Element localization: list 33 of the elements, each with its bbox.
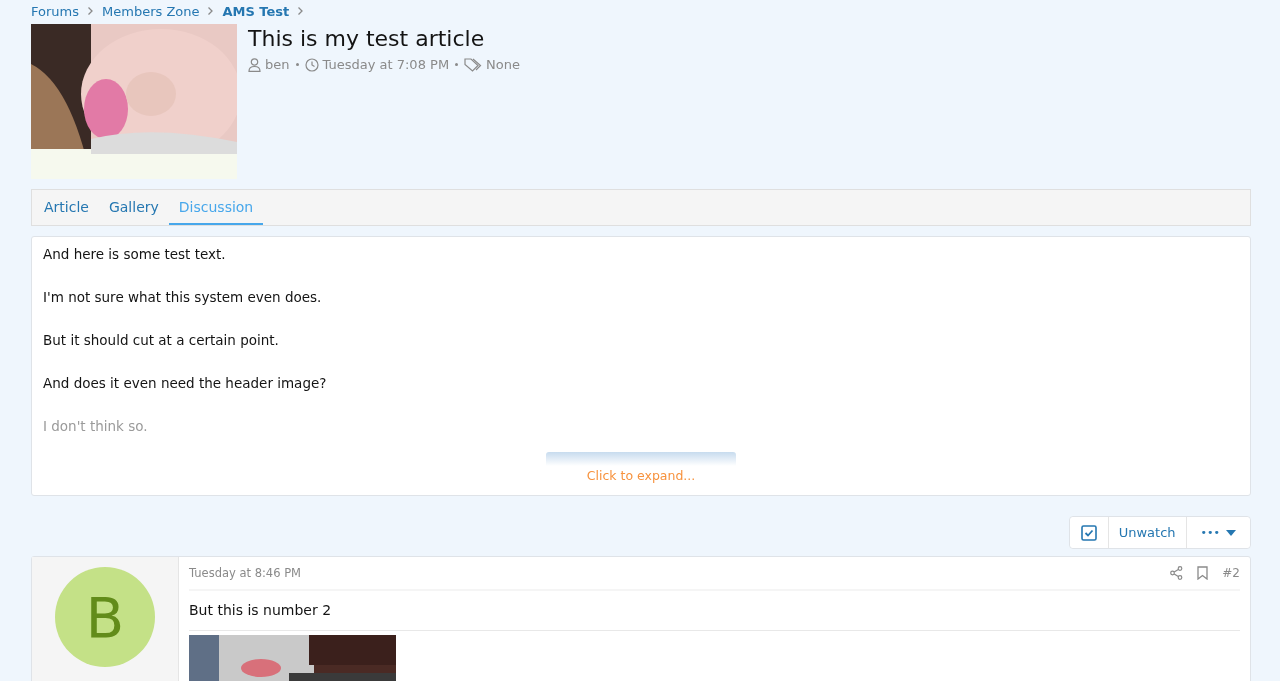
more-options-button[interactable]: •••	[1185, 517, 1250, 548]
chevron-icon	[297, 6, 305, 16]
avatar[interactable]: B	[55, 567, 155, 667]
breadcrumb-link[interactable]: Forums	[31, 3, 79, 19]
article-title: This is my test article	[248, 26, 486, 51]
paragraph: And here is some test text.	[43, 245, 227, 263]
post-number[interactable]: #2	[1222, 566, 1240, 580]
paragraph: And does it even need the header image?	[43, 374, 328, 392]
separator-dot	[455, 63, 459, 66]
tab[interactable]: Discussion	[168, 199, 264, 225]
clock-icon	[304, 57, 319, 72]
user-icon	[248, 57, 261, 72]
caret-icon	[1226, 529, 1236, 536]
breadcrumb-link[interactable]: Members Zone	[102, 3, 200, 19]
bookmark-icon[interactable]	[1197, 566, 1209, 580]
article-tags: None	[486, 57, 521, 72]
author-link[interactable]: ben	[265, 57, 290, 72]
paragraph: I'm not sure what this system even does.	[43, 288, 323, 306]
paragraph: But it should cut at a certain point.	[43, 331, 280, 349]
share-icon[interactable]	[1170, 566, 1184, 580]
tag-icon	[464, 57, 483, 72]
chevron-icon	[87, 6, 94, 16]
chevron-icon	[207, 6, 215, 16]
post-date[interactable]: Tuesday at 8:46 PM	[189, 566, 301, 580]
tab[interactable]: Article	[34, 199, 99, 225]
post-text: But this is number 2	[189, 591, 1240, 631]
paragraph: I don't think so.	[43, 417, 149, 435]
tab[interactable]: Gallery	[98, 199, 169, 225]
checkbox-icon	[1080, 524, 1097, 541]
breadcrumb-link[interactable]: AMS Test	[222, 3, 290, 19]
expand-link[interactable]: Click to expand...	[586, 468, 696, 483]
separator-dot	[295, 63, 299, 66]
article-date: Tuesday at 7:08 PM	[322, 57, 450, 72]
